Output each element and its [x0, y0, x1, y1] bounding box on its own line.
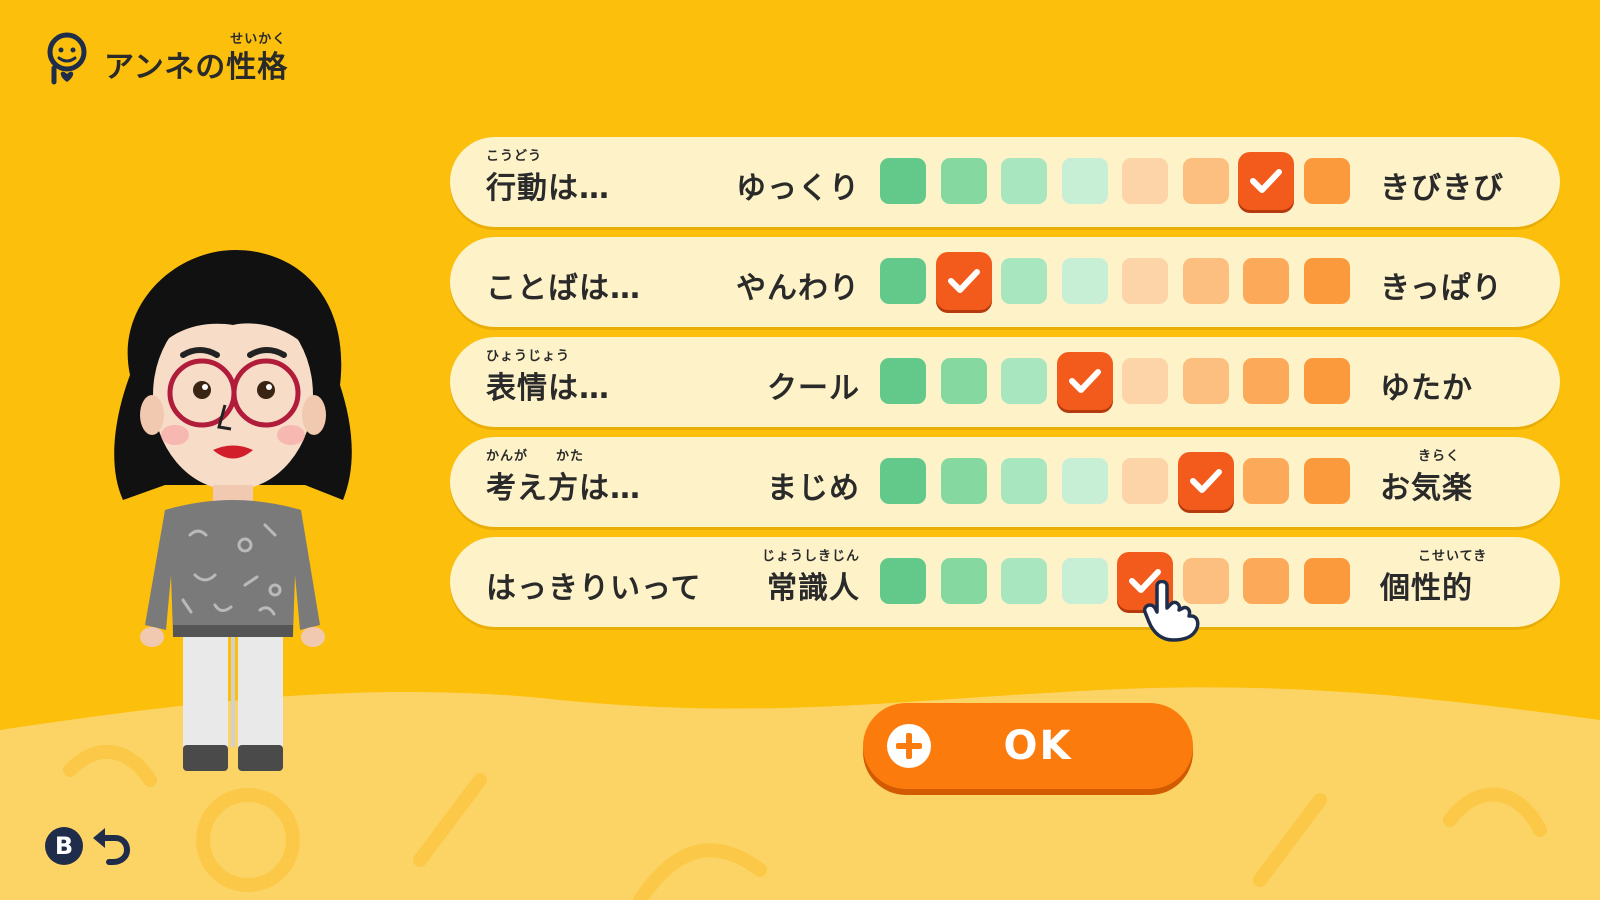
left-word: やんわり — [736, 271, 860, 306]
right-word-ruby: こせいてき — [1418, 549, 1488, 564]
left-word: まじめ — [767, 471, 860, 506]
scale-option[interactable] — [1122, 358, 1168, 404]
scale-option[interactable] — [1061, 458, 1108, 504]
scale-option[interactable] — [1001, 458, 1047, 504]
scale-option[interactable] — [1303, 358, 1350, 404]
personality-icon — [47, 32, 87, 85]
checkmark-icon — [1068, 369, 1101, 393]
scale-option[interactable] — [1243, 458, 1289, 504]
left-word: クール — [767, 371, 860, 406]
scale-option[interactable] — [880, 158, 926, 204]
checkmark-icon — [1189, 469, 1222, 493]
ok-button[interactable]: OK — [863, 703, 1193, 789]
right-word: きっぱり — [1380, 271, 1503, 306]
scale-option[interactable] — [1001, 258, 1047, 304]
left-word-ruby: じょうしきじん — [761, 549, 860, 564]
scale-option[interactable] — [1303, 458, 1350, 504]
scale-option[interactable] — [1177, 452, 1234, 510]
personality-list: こうどう 行動は… ゆっくり きびきび ことばは… やんわり きっぱり ひょうじ… — [450, 137, 1560, 637]
scale-option[interactable] — [1122, 258, 1168, 304]
row-label: 考え方は… — [486, 471, 641, 506]
back-arrow-icon — [93, 828, 131, 865]
right-word: ゆたか — [1380, 371, 1473, 406]
checkmark-icon — [947, 269, 980, 293]
scale-option[interactable] — [1243, 358, 1289, 404]
scale-option[interactable] — [1061, 558, 1108, 604]
row-label-ruby: かんが かた — [486, 449, 585, 464]
ok-label: OK — [1003, 723, 1073, 769]
scale-option[interactable] — [1061, 258, 1108, 304]
mii-avatar — [114, 250, 352, 771]
scale-option[interactable] — [940, 458, 987, 504]
scale-option[interactable] — [1001, 558, 1047, 604]
trait-row: はっきりいって じょうしきじん 常識人 こせいてき 個性的 — [450, 537, 1560, 627]
trait-row: ひょうじょう 表情は… クール ゆたか — [450, 337, 1560, 427]
scale-option[interactable] — [1303, 558, 1350, 604]
scale-option[interactable] — [1122, 458, 1168, 504]
scale-option[interactable] — [1182, 358, 1229, 404]
right-word: お気楽 — [1380, 471, 1473, 506]
scale-option[interactable] — [940, 158, 987, 204]
hand-pointer-icon — [1143, 580, 1200, 642]
page-header: せいかく アンネの性格 — [42, 30, 288, 86]
b-button-icon: B — [45, 827, 83, 865]
scale-option[interactable] — [1303, 258, 1350, 304]
row-label: 行動は… — [486, 171, 610, 206]
scale-option[interactable] — [880, 458, 926, 504]
scale-option[interactable] — [880, 258, 926, 304]
scale-option[interactable] — [880, 558, 926, 604]
scale-option[interactable] — [1001, 358, 1047, 404]
title-ruby: せいかく — [230, 32, 287, 47]
scale-option[interactable] — [1303, 158, 1350, 204]
scale-option[interactable] — [1122, 158, 1168, 204]
scale-option[interactable] — [1243, 258, 1289, 304]
page-title: アンネの性格 — [104, 50, 289, 85]
scale-option[interactable] — [1001, 158, 1047, 204]
right-word-ruby: きらく — [1418, 449, 1461, 464]
scale-option[interactable] — [1061, 158, 1108, 204]
scale-option[interactable] — [1182, 258, 1229, 304]
scale-option[interactable] — [1238, 152, 1294, 210]
checkmark-icon — [1250, 169, 1282, 193]
row-label: 表情は… — [486, 371, 610, 406]
scale-option[interactable] — [940, 358, 987, 404]
row-label-ruby: ひょうじょう — [486, 349, 571, 364]
scale-option[interactable] — [940, 558, 987, 604]
scale-option[interactable] — [1243, 558, 1289, 604]
scale-option[interactable] — [935, 252, 992, 310]
row-label: はっきりいって — [486, 571, 702, 606]
right-word: きびきび — [1380, 171, 1504, 206]
scale-option[interactable] — [1056, 352, 1113, 410]
trait-row: ことばは… やんわり きっぱり — [450, 237, 1560, 327]
trait-row: かんが かた 考え方は… まじめ きらく お気楽 — [450, 437, 1560, 527]
scale-option[interactable] — [1182, 158, 1229, 204]
trait-row: こうどう 行動は… ゆっくり きびきび — [450, 137, 1560, 227]
scale-option[interactable] — [880, 358, 926, 404]
row-label: ことばは… — [486, 271, 641, 306]
left-word: ゆっくり — [736, 171, 860, 206]
right-word: 個性的 — [1380, 571, 1473, 606]
row-label-ruby: こうどう — [486, 149, 543, 164]
back-control[interactable]: B — [45, 826, 131, 866]
left-word: 常識人 — [767, 571, 860, 606]
